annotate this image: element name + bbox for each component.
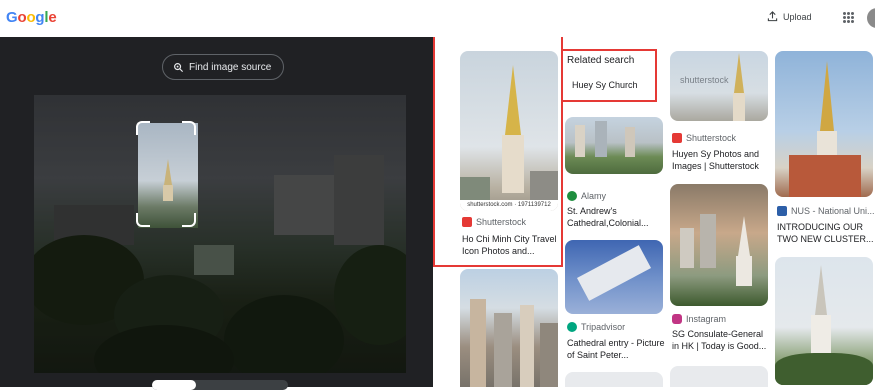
result-image-city[interactable] xyxy=(460,269,558,387)
result-image-partial[interactable] xyxy=(670,366,768,387)
mode-switcher[interactable] xyxy=(152,380,288,390)
tripadvisor-icon xyxy=(567,322,577,332)
upload-label: Upload xyxy=(783,11,812,22)
result-title[interactable]: Cathedral entry - Picture of Saint Peter… xyxy=(567,337,665,361)
result-source-label: Instagram xyxy=(686,314,727,324)
top-bar: Google Upload xyxy=(0,0,875,37)
result-title[interactable]: INTRODUCING OUR TWO NEW CLUSTER... xyxy=(777,221,875,245)
shutterstock-icon xyxy=(672,133,682,143)
lens-search-icon xyxy=(174,62,184,72)
highlight-box-top-result xyxy=(433,37,563,267)
crop-handle-bottom-right[interactable] xyxy=(182,213,196,227)
instagram-icon xyxy=(672,314,682,324)
result-source-label: Alamy xyxy=(581,191,607,201)
logo-letter: G xyxy=(6,9,18,26)
avatar[interactable] xyxy=(867,8,875,28)
result-source-nus[interactable]: NUS - National Uni... xyxy=(777,206,875,216)
upload-button[interactable]: Upload xyxy=(767,11,812,22)
crop-handle-top-left[interactable] xyxy=(136,121,150,135)
uploaded-photo xyxy=(34,95,406,373)
crop-handle-top-right[interactable] xyxy=(182,121,196,135)
crop-handle-bottom-left[interactable] xyxy=(136,213,150,227)
result-source-label: NUS - National Uni... xyxy=(791,206,875,216)
result-image-nus[interactable] xyxy=(775,51,873,197)
google-logo[interactable]: Google xyxy=(6,9,57,26)
logo-letter: e xyxy=(48,9,57,26)
result-watermark: shutterstock xyxy=(680,75,729,85)
result-title[interactable]: SG Consulate-General in HK | Today is Go… xyxy=(672,328,770,352)
result-title[interactable]: Huyen Sy Photos and Images | Shutterstoc… xyxy=(672,148,770,172)
apps-grid-icon[interactable] xyxy=(843,12,854,23)
result-source-alamy[interactable]: Alamy xyxy=(567,191,606,201)
result-source-label: Tripadvisor xyxy=(581,322,626,332)
find-image-source-button[interactable]: Find image source xyxy=(162,54,285,80)
nus-icon xyxy=(777,206,787,216)
result-image-st-andrews[interactable] xyxy=(775,257,873,385)
mode-switcher-active[interactable] xyxy=(152,380,196,390)
result-source-label: Shutterstock xyxy=(686,133,737,143)
result-image-partial[interactable] xyxy=(565,372,663,387)
result-image-tripadvisor[interactable] xyxy=(565,240,663,314)
find-image-source-label: Find image source xyxy=(189,61,272,73)
result-source-tripadvisor[interactable]: Tripadvisor xyxy=(567,322,625,332)
upload-icon xyxy=(767,11,778,22)
alamy-icon xyxy=(567,191,577,201)
result-image-alamy[interactable] xyxy=(565,117,663,174)
result-title[interactable]: St. Andrew's Cathedral,Colonial... xyxy=(567,205,665,229)
result-image-singapore[interactable] xyxy=(670,184,768,306)
highlight-box-related-search xyxy=(561,49,657,102)
results-pane: shutterstock.com · 1971139712 Shuttersto… xyxy=(433,37,875,387)
church-spire-thumbnail xyxy=(164,159,172,185)
result-source-instagram[interactable]: Instagram xyxy=(672,314,726,324)
result-source-shutterstock[interactable]: Shutterstock xyxy=(672,133,736,143)
result-image-shutterstock-huyen-sy[interactable]: shutterstock xyxy=(670,51,768,121)
lens-preview-pane: Find image source xyxy=(0,37,433,390)
